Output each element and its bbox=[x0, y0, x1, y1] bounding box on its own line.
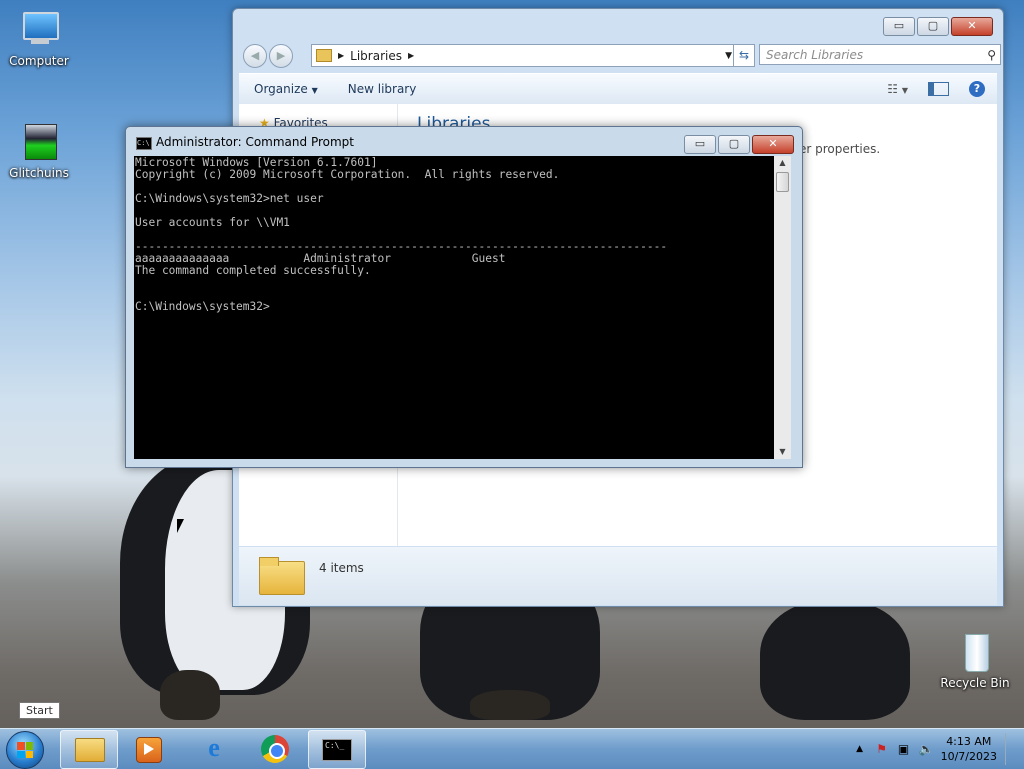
command-prompt-window[interactable]: C:\ Administrator: Command Prompt ▭ ▢ ✕ … bbox=[125, 126, 803, 468]
start-button[interactable] bbox=[6, 731, 44, 769]
minimize-button[interactable]: ▭ bbox=[684, 135, 716, 154]
console-line: Copyright (c) 2009 Microsoft Corporation… bbox=[135, 168, 560, 181]
minimize-button[interactable]: ▭ bbox=[883, 17, 915, 36]
explorer-toolbar: Organize ▼ New library ☷ ▼ ? bbox=[239, 73, 997, 104]
change-view-icon[interactable]: ☷ ▼ bbox=[887, 82, 908, 96]
desktop-icon-glitchuins[interactable]: Glitchuins bbox=[4, 122, 74, 180]
breadcrumb-separator-icon: ▶ bbox=[407, 51, 415, 60]
organize-button[interactable]: Organize ▼ bbox=[239, 82, 333, 96]
taskbar-internet-explorer-button[interactable]: e bbox=[186, 730, 242, 767]
cmd-window-controls: ▭ ▢ ✕ bbox=[684, 135, 794, 154]
console-line: The command completed successfully. bbox=[135, 264, 371, 277]
search-input[interactable]: Search Libraries ⚲ bbox=[759, 44, 1001, 65]
item-count: 4 items bbox=[319, 561, 364, 575]
close-button[interactable]: ✕ bbox=[951, 17, 993, 36]
desktop-icon-label: Glitchuins bbox=[9, 166, 69, 180]
console-output[interactable]: Microsoft Windows [Version 6.1.7601] Copy… bbox=[134, 156, 774, 459]
search-icon[interactable]: ⚲ bbox=[987, 45, 996, 66]
preview-pane-icon[interactable] bbox=[928, 82, 949, 96]
address-bar[interactable]: ▶ Libraries ▶ ▼ bbox=[311, 44, 737, 67]
search-placeholder: Search Libraries bbox=[766, 48, 864, 62]
system-tray: ▲ ⚑ ▣ 🔈 4:13 AM 10/7/2023 bbox=[853, 733, 1016, 765]
libraries-folder-icon bbox=[316, 49, 332, 62]
console-line: User accounts for \\VM1 bbox=[135, 216, 290, 229]
maximize-button[interactable]: ▢ bbox=[718, 135, 750, 154]
libraries-folder-icon bbox=[259, 555, 305, 595]
volume-muted-icon[interactable]: 🔈 bbox=[919, 742, 934, 756]
explorer-window-controls: ▭ ▢ ✕ bbox=[883, 17, 993, 36]
taskbar-chrome-button[interactable] bbox=[248, 730, 304, 767]
chevron-down-icon: ▼ bbox=[311, 86, 318, 95]
show-desktop-button[interactable] bbox=[1005, 733, 1016, 765]
network-icon[interactable]: ▣ bbox=[897, 742, 911, 756]
scroll-down-icon[interactable]: ▼ bbox=[774, 445, 791, 459]
forward-arrow-icon: ▶ bbox=[276, 49, 286, 62]
desktop-icon-label: Computer bbox=[9, 54, 69, 68]
windows-logo-icon bbox=[17, 742, 33, 758]
console-line: C:\Windows\system32> bbox=[135, 300, 270, 313]
action-center-icon[interactable]: ⚑ bbox=[875, 742, 889, 756]
refresh-button[interactable]: ⇆ bbox=[733, 44, 755, 67]
taskbar-explorer-button[interactable] bbox=[60, 730, 118, 769]
library-subtitle: er properties. bbox=[799, 142, 881, 156]
address-row: ◀ ▶ ▶ Libraries ▶ ▼ ⇆ Search Libraries ⚲ bbox=[241, 43, 1001, 69]
back-arrow-icon: ◀ bbox=[250, 49, 260, 62]
command-prompt-icon: C:\ bbox=[136, 137, 152, 150]
clock-date: 10/7/2023 bbox=[940, 750, 997, 763]
refresh-icon: ⇆ bbox=[738, 48, 750, 62]
scroll-thumb[interactable] bbox=[776, 172, 789, 192]
new-library-button[interactable]: New library bbox=[333, 82, 432, 96]
window-title: Administrator: Command Prompt bbox=[156, 135, 354, 149]
internet-explorer-icon: e bbox=[208, 733, 220, 762]
close-button[interactable]: ✕ bbox=[752, 135, 794, 154]
maximize-button[interactable]: ▢ bbox=[917, 17, 949, 36]
clock[interactable]: 4:13 AM 10/7/2023 bbox=[941, 734, 997, 764]
start-tooltip: Start bbox=[19, 702, 60, 719]
vertical-scrollbar[interactable]: ▲ ▼ bbox=[774, 156, 791, 459]
desktop-icon-label: Recycle Bin bbox=[940, 676, 1010, 690]
windows-explorer-icon bbox=[75, 738, 105, 762]
organize-label: Organize bbox=[254, 82, 308, 96]
forward-button[interactable]: ▶ bbox=[269, 44, 293, 68]
back-button[interactable]: ◀ bbox=[243, 44, 267, 68]
breadcrumb-libraries[interactable]: Libraries bbox=[350, 49, 402, 63]
glitchuins-icon bbox=[17, 122, 61, 162]
details-pane: 4 items bbox=[239, 547, 997, 605]
console-line: C:\Windows\system32>net user bbox=[135, 192, 324, 205]
command-prompt-icon: C:\_ bbox=[322, 739, 352, 761]
taskbar-media-player-button[interactable] bbox=[122, 730, 178, 767]
desktop-icon-recycle-bin[interactable]: Recycle Bin bbox=[940, 632, 1010, 690]
clock-time: 4:13 AM bbox=[946, 735, 992, 748]
scroll-up-icon[interactable]: ▲ bbox=[774, 156, 791, 170]
recycle-bin-icon bbox=[953, 632, 997, 672]
taskbar: e C:\_ ▲ ⚑ ▣ 🔈 4:13 AM 10/7/2023 bbox=[0, 728, 1024, 769]
show-hidden-icons-icon[interactable]: ▲ bbox=[853, 742, 867, 756]
help-icon[interactable]: ? bbox=[969, 81, 985, 97]
computer-icon bbox=[17, 10, 61, 50]
mouse-cursor-icon bbox=[177, 519, 184, 533]
desktop-icon-computer[interactable]: Computer bbox=[4, 10, 74, 68]
breadcrumb-separator-icon: ▶ bbox=[338, 51, 345, 60]
taskbar-command-prompt-button[interactable]: C:\_ bbox=[308, 730, 366, 769]
